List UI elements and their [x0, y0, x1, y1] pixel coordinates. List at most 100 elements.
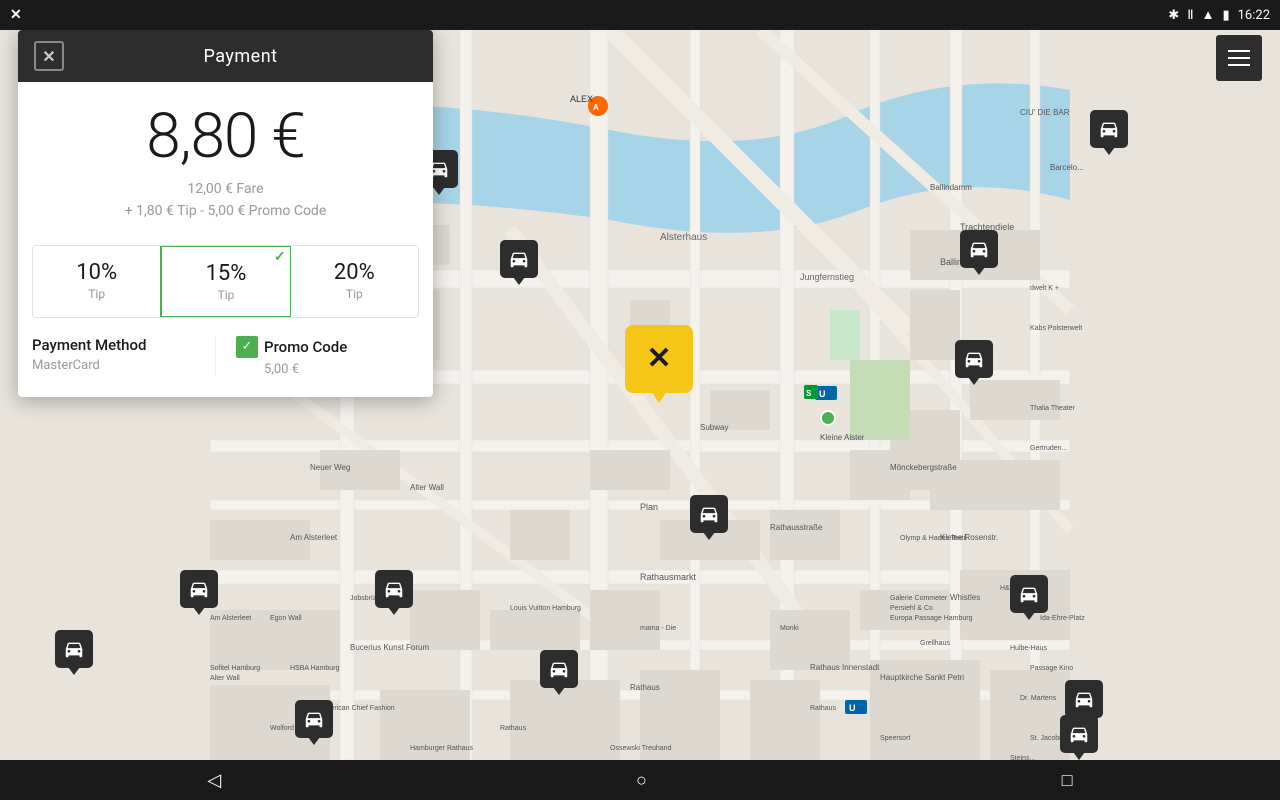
- taxi-icon[interactable]: [55, 630, 93, 668]
- taxi-icon[interactable]: [295, 700, 333, 738]
- taxi-icon[interactable]: [180, 570, 218, 608]
- tip-section: 10% Tip ✓ 15% Tip 20% Tip: [32, 245, 419, 318]
- status-bar: ✕ ✱ Ⅱ ▲ ▮ 16:22: [0, 0, 1280, 30]
- taxi-icon[interactable]: [1010, 575, 1048, 613]
- taxi-icon[interactable]: [955, 340, 993, 378]
- svg-text:Hulbe-Haus: Hulbe-Haus: [1010, 645, 1047, 652]
- svg-text:Rathaus: Rathaus: [810, 705, 837, 712]
- taxi-icon[interactable]: [375, 570, 413, 608]
- hamburger-line-3: [1228, 64, 1250, 66]
- my-taxi-marker[interactable]: ✕: [625, 325, 693, 393]
- svg-text:Egon Wall: Egon Wall: [270, 615, 302, 622]
- hamburger-line-2: [1228, 57, 1250, 59]
- tip-20-button[interactable]: 20% Tip: [291, 246, 418, 317]
- tip-10-label: Tip: [41, 287, 152, 301]
- checkmark-icon: ✓: [274, 249, 286, 265]
- svg-text:Ida-Ehre-Platz: Ida-Ehre-Platz: [1040, 615, 1085, 622]
- payment-method-section[interactable]: Payment Method MasterCard: [32, 336, 215, 373]
- svg-text:Europa Passage Hamburg: Europa Passage Hamburg: [890, 615, 973, 622]
- svg-text:U: U: [819, 389, 826, 399]
- bluetooth-icon: ✱: [1168, 8, 1179, 23]
- svg-text:Subway: Subway: [700, 423, 728, 432]
- taxi-icon[interactable]: [960, 230, 998, 268]
- svg-text:Dr. Martens: Dr. Martens: [1020, 695, 1057, 702]
- recents-button[interactable]: □: [1022, 762, 1113, 799]
- svg-text:St. Jacobi: St. Jacobi: [1030, 735, 1061, 742]
- svg-text:Kabs Polsterwelt: Kabs Polsterwelt: [1030, 325, 1082, 332]
- svg-text:A: A: [593, 103, 599, 112]
- svg-text:Am Alsterleet: Am Alsterleet: [290, 533, 338, 542]
- taxi-icon[interactable]: [1090, 110, 1128, 148]
- status-left: ✕: [10, 7, 22, 23]
- svg-text:Bucerius Kunst Forum: Bucerius Kunst Forum: [350, 643, 429, 652]
- status-right: ✱ Ⅱ ▲ ▮ 16:22: [1168, 7, 1270, 23]
- bottom-navigation: ◁ ○ □: [0, 760, 1280, 800]
- breakdown-detail: + 1,80 € Tip - 5,00 € Promo Code: [125, 203, 327, 219]
- tip-10-button[interactable]: 10% Tip: [33, 246, 161, 317]
- svg-text:Hamburger Rathaus: Hamburger Rathaus: [410, 745, 474, 752]
- close-button[interactable]: ✕: [34, 41, 64, 71]
- svg-text:Thalia Theater: Thalia Theater: [1030, 405, 1076, 412]
- wifi-icon: ▲: [1202, 7, 1215, 23]
- promo-code-section[interactable]: ✓ Promo Code 5,00 €: [215, 336, 419, 377]
- taxi-icon[interactable]: [500, 240, 538, 278]
- app-x-icon: ✕: [10, 7, 22, 23]
- promo-code-label: Promo Code: [264, 338, 347, 356]
- battery-icon: ▮: [1222, 8, 1229, 23]
- tip-15-button[interactable]: ✓ 15% Tip: [160, 245, 291, 318]
- tip-10-pct: 10%: [41, 260, 152, 285]
- svg-text:Jungfernstieg: Jungfernstieg: [800, 272, 854, 282]
- svg-text:HSBA Hamburg: HSBA Hamburg: [290, 665, 340, 672]
- svg-text:Hauptkirche Sankt Petri: Hauptkirche Sankt Petri: [880, 673, 964, 682]
- svg-text:Monki: Monki: [780, 625, 799, 632]
- svg-text:Passage Kino: Passage Kino: [1030, 665, 1073, 672]
- svg-text:Rathaus: Rathaus: [630, 683, 660, 692]
- main-price: 8,80 €: [38, 106, 413, 168]
- svg-text:Gertruden...: Gertruden...: [1030, 445, 1067, 452]
- home-button[interactable]: ○: [596, 762, 687, 799]
- tip-20-pct: 20%: [299, 260, 410, 285]
- tip-15-pct: 15%: [170, 261, 281, 286]
- svg-text:ALEX: ALEX: [570, 94, 593, 104]
- svg-text:Plan: Plan: [640, 502, 658, 512]
- svg-text:Ossewski Treuhand: Ossewski Treuhand: [610, 745, 672, 752]
- taxi-icon[interactable]: [690, 495, 728, 533]
- svg-text:dwelt K +: dwelt K +: [1030, 285, 1059, 292]
- svg-text:Alsterhaus: Alsterhaus: [660, 232, 707, 243]
- svg-text:Am Alsterleet: Am Alsterleet: [210, 615, 251, 622]
- back-button[interactable]: ◁: [167, 762, 261, 799]
- fare-label: 12,00 € Fare: [187, 181, 263, 197]
- svg-text:Mönckebergstraße: Mönckebergstraße: [890, 463, 957, 472]
- promo-code-value: 5,00 €: [236, 362, 299, 377]
- svg-text:Louis Vuitton Hamburg: Louis Vuitton Hamburg: [510, 605, 581, 612]
- signal-icon: Ⅱ: [1187, 8, 1193, 23]
- svg-text:Rathausmarkt: Rathausmarkt: [640, 572, 697, 582]
- taxi-icon[interactable]: [1060, 715, 1098, 753]
- svg-text:Whistles: Whistles: [950, 593, 980, 602]
- svg-text:Kleine Alster: Kleine Alster: [820, 433, 865, 442]
- taxi-icon[interactable]: [540, 650, 578, 688]
- svg-text:Wolford: Wolford: [270, 725, 294, 732]
- svg-text:Rathaus Innenstadt: Rathaus Innenstadt: [810, 663, 880, 672]
- hamburger-menu-button[interactable]: [1216, 35, 1262, 81]
- taxi-icon[interactable]: [1065, 680, 1103, 718]
- time-display: 16:22: [1238, 8, 1270, 23]
- svg-text:mama - Die: mama - Die: [640, 625, 676, 632]
- promo-check-icon: ✓: [236, 336, 258, 358]
- tip-15-label: Tip: [170, 288, 281, 302]
- hamburger-line-1: [1228, 50, 1250, 52]
- svg-text:Alter Wall: Alter Wall: [210, 675, 240, 682]
- svg-text:Grellhaus: Grellhaus: [920, 640, 950, 647]
- svg-text:Olymp & Hades Textil: Olymp & Hades Textil: [900, 535, 967, 542]
- panel-title: Payment: [64, 46, 417, 67]
- svg-text:Sofitel Hamburg: Sofitel Hamburg: [210, 665, 260, 672]
- price-area: 8,80 € 12,00 € Fare + 1,80 € Tip - 5,00 …: [18, 82, 433, 233]
- svg-text:Neuer Weg: Neuer Weg: [310, 463, 350, 472]
- svg-text:CIU' DIE BAR: CIU' DIE BAR: [1020, 108, 1070, 117]
- svg-text:Barcelo...: Barcelo...: [1050, 163, 1084, 172]
- payment-method-label: Payment Method: [32, 336, 215, 354]
- tip-20-label: Tip: [299, 287, 410, 301]
- svg-text:Speersort: Speersort: [880, 735, 910, 742]
- payment-panel: ✕ Payment 8,80 € 12,00 € Fare + 1,80 € T…: [18, 30, 433, 397]
- payment-promo-row: Payment Method MasterCard ✓ Promo Code 5…: [18, 318, 433, 397]
